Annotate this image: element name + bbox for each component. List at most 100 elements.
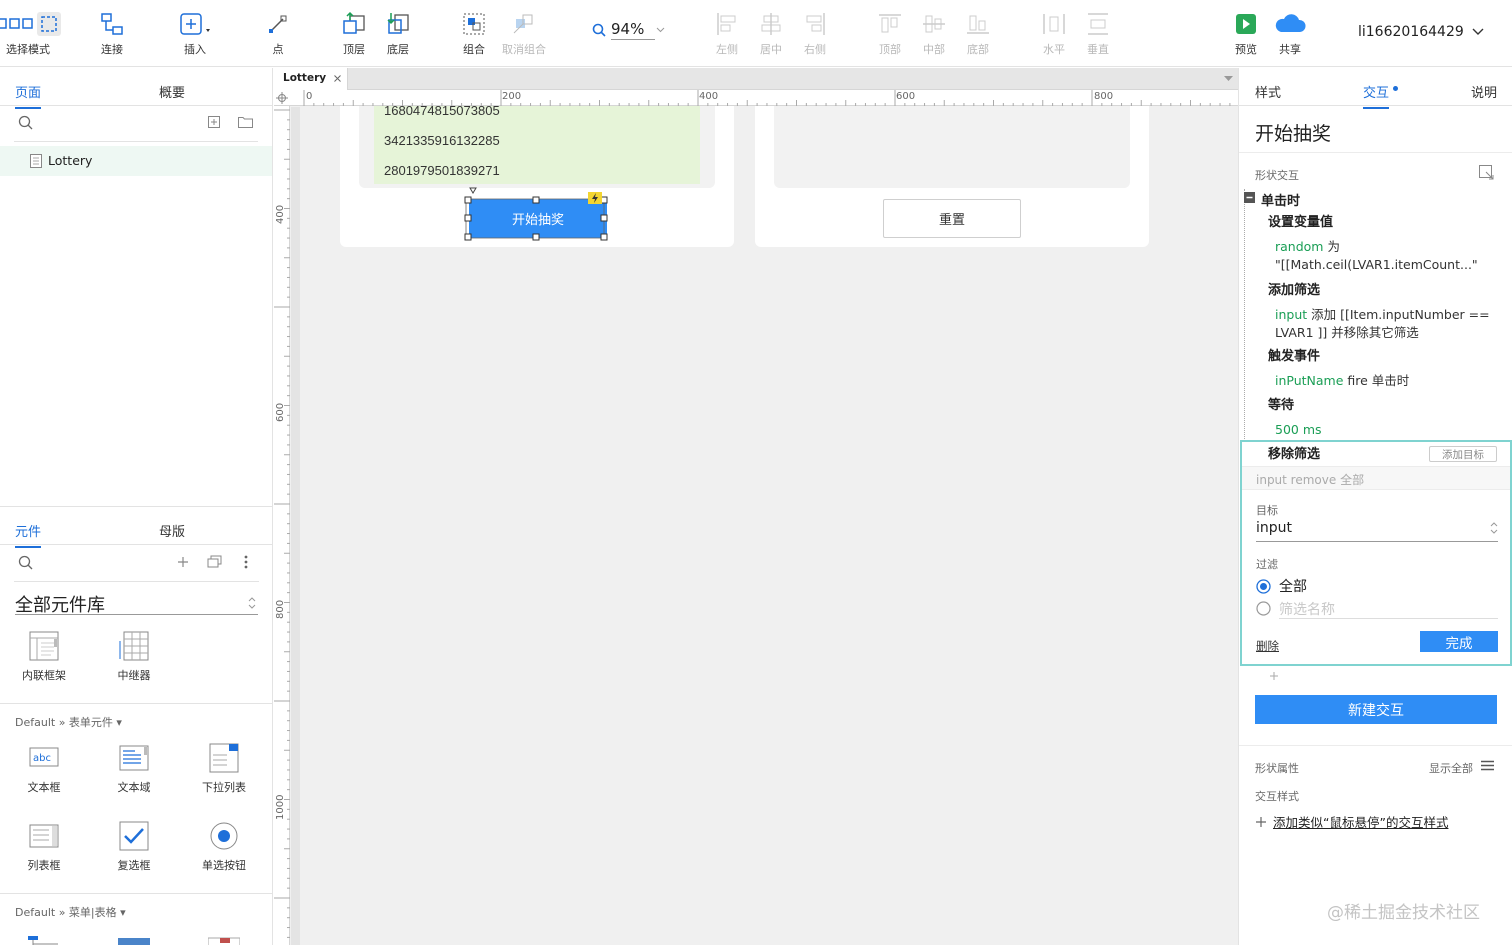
result-panel (774, 106, 1130, 188)
tab-masters[interactable]: 母版 (159, 521, 185, 540)
number-item: 1680474815073805 (384, 103, 500, 118)
tab-style[interactable]: 样式 (1255, 82, 1281, 101)
ruler-h-label: 400 (699, 91, 719, 102)
action-set-variable[interactable]: 设置变量值 (1268, 211, 1508, 233)
ungroup-button[interactable]: 取消组合 (496, 8, 552, 57)
interaction-lightning-icon[interactable] (588, 192, 602, 204)
interaction-expand-icon[interactable] (1479, 165, 1494, 180)
connect-button[interactable]: 连接 (84, 8, 140, 57)
library-add-icon[interactable] (177, 556, 189, 568)
distribute-vertical-icon (1088, 13, 1108, 35)
list-menu-icon[interactable] (1481, 760, 1494, 771)
library-select[interactable]: 全部元件库 (15, 591, 258, 616)
component-repeater[interactable]: 中继器 (99, 631, 169, 683)
library-manage-icon[interactable] (207, 555, 223, 568)
align-bottom-button[interactable]: 底部 (950, 8, 1006, 57)
collapse-minus-icon[interactable] (1244, 192, 1255, 203)
action-text: 为 (1323, 239, 1340, 254)
tabs-dropdown-icon[interactable] (1224, 76, 1233, 82)
share-button[interactable]: 共享 (1262, 8, 1318, 57)
zoom-control[interactable]: 94% (590, 19, 668, 41)
text-area-icon (119, 745, 149, 771)
add-action-plus-icon[interactable] (1269, 671, 1279, 681)
number-list-panel: 1680474815073805 3421335916132285 280197… (359, 103, 715, 188)
align-right-button[interactable]: 右侧 (787, 8, 843, 57)
user-menu[interactable]: li16620164429 (1358, 24, 1484, 40)
action-fire-event[interactable]: 触发事件 (1268, 345, 1508, 367)
component-list-box[interactable]: 列表框 (9, 821, 79, 873)
point-button[interactable]: 点 (250, 8, 306, 57)
ruler-h-label: 0 (306, 91, 313, 102)
preview-label: 预览 (1235, 43, 1257, 56)
group-button[interactable]: 组合 (446, 8, 502, 57)
dropdown-icon (209, 743, 239, 773)
reset-label: 重置 (938, 213, 965, 228)
ruler-origin-icon[interactable] (276, 92, 288, 104)
ungroup-label: 取消组合 (502, 43, 546, 56)
add-target-label: 添加目标 (1442, 448, 1484, 461)
show-all-link[interactable]: 显示全部 (1429, 760, 1473, 776)
tab-outline[interactable]: 概要 (159, 82, 185, 101)
distribute-vertical-button[interactable]: 垂直 (1070, 8, 1126, 57)
add-target-button[interactable]: 添加目标 (1429, 446, 1497, 462)
align-bottom-label: 底部 (967, 43, 989, 56)
pages-toolbar (0, 106, 272, 142)
page-item-lottery[interactable]: Lottery (0, 146, 272, 176)
component-dropdown[interactable]: 下拉列表 (189, 743, 259, 795)
insert-button[interactable]: 插入 (167, 8, 223, 57)
target-select[interactable]: input (1256, 520, 1498, 542)
new-interaction-button[interactable]: 新建交互 (1255, 695, 1497, 724)
add-page-icon[interactable] (208, 116, 220, 128)
target-updown-icon (1490, 522, 1498, 534)
action-list: 设置变量值 random 为 "[[Math.ceil(LVAR1.itemCo… (1268, 211, 1508, 439)
number-item: 2801979501839271 (384, 163, 500, 178)
pages-search-icon[interactable] (18, 115, 34, 131)
library-panel: 元件 母版 全部元件库 内联框架 中继器 Default » 表单元件 ▾ ab… (0, 506, 273, 945)
component-checkbox[interactable]: 复选框 (99, 821, 169, 873)
tab-widgets[interactable]: 元件 (15, 521, 42, 548)
repeater-icon (119, 631, 149, 661)
widget-name[interactable]: 开始抽奖 (1255, 119, 1331, 146)
library-more-icon[interactable] (244, 555, 248, 569)
tab-interactions[interactable]: 交互 (1363, 82, 1390, 109)
radio-checked-icon (1256, 578, 1271, 594)
done-button[interactable]: 完成 (1420, 631, 1498, 652)
user-name: li16620164429 (1358, 24, 1464, 40)
action-add-filter[interactable]: 添加筛选 (1268, 279, 1508, 301)
reset-button[interactable]: 重置 (883, 199, 1021, 238)
add-folder-icon[interactable] (238, 116, 253, 128)
library-search-icon[interactable] (18, 555, 34, 571)
bottom-layer-button[interactable]: 底层 (370, 8, 426, 57)
canvas-tab-lottery[interactable]: Lottery (274, 68, 348, 90)
action-wait[interactable]: 等待 (1268, 394, 1508, 416)
tab-pages[interactable]: 页面 (15, 82, 42, 109)
filter-name-input[interactable]: 筛选名称 (1279, 599, 1498, 619)
distribute-horizontal-icon (1043, 14, 1065, 34)
close-tab-icon[interactable] (334, 75, 341, 82)
component-label: 复选框 (117, 859, 151, 872)
delete-action-link[interactable]: 删除 (1256, 638, 1279, 654)
tab-notes[interactable]: 说明 (1471, 82, 1497, 101)
select-mode-button[interactable]: 选择模式 (0, 8, 61, 57)
component-text-area[interactable]: 文本域 (99, 743, 169, 795)
new-interaction-label: 新建交互 (1348, 702, 1404, 719)
preview-play-icon (1236, 14, 1256, 34)
list-box-icon (29, 824, 59, 848)
component-text-field[interactable]: abc 文本框 (9, 743, 79, 795)
remove-filter-summary: input remove 全部 (1256, 473, 1365, 487)
ungroup-icon (513, 14, 533, 34)
section-menu-widgets[interactable]: Default » 菜单|表格 ▾ (15, 904, 126, 920)
component-radio-button[interactable]: 单选按钮 (189, 821, 259, 873)
filter-option-all[interactable]: 全部 (1256, 576, 1307, 596)
component-inline-frame[interactable]: 内联框架 (9, 631, 79, 683)
group-label: 组合 (463, 43, 485, 56)
section-form-widgets[interactable]: Default » 表单元件 ▾ (15, 714, 122, 730)
action-remove-filter[interactable]: 移除筛选 (1268, 443, 1320, 462)
event-click[interactable]: 单击时 (1261, 190, 1300, 209)
interactions-dot (1393, 86, 1398, 91)
filter-option-name[interactable] (1256, 601, 1271, 616)
add-interaction-style[interactable]: 添加类似“鼠标悬停”的交互样式 (1255, 812, 1448, 831)
shape-interaction-label: 形状交互 (1255, 169, 1299, 182)
canvas-area: Lottery 0 200 400 600 800 400 600 800 10… (274, 68, 1238, 945)
send-to-back-icon (387, 13, 409, 34)
